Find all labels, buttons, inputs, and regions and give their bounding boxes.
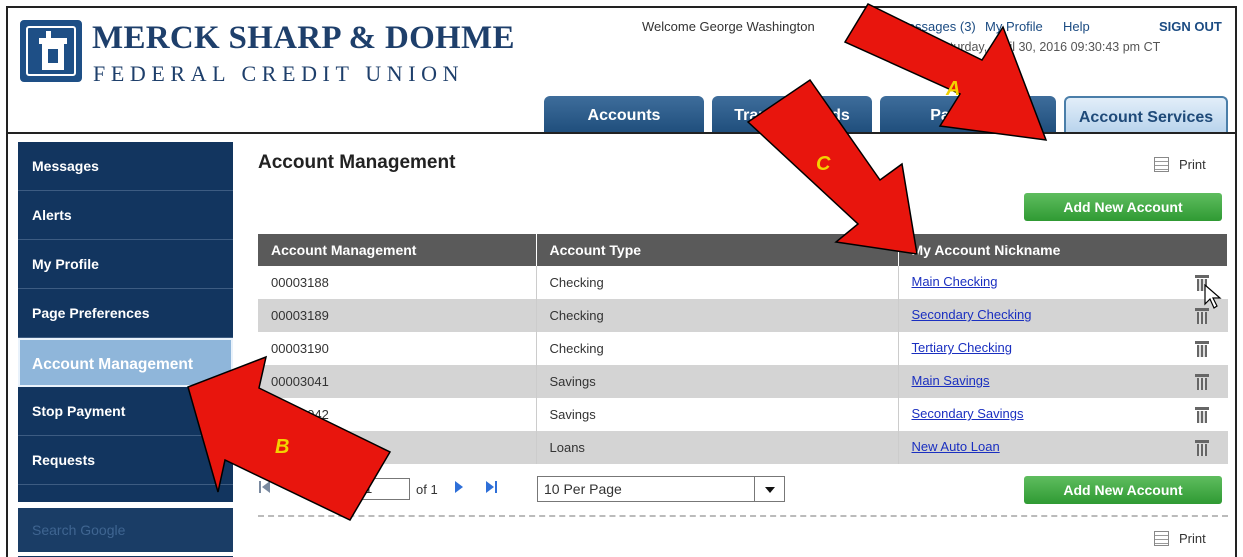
- nickname-link[interactable]: Tertiary Checking: [912, 340, 1012, 355]
- delete-icon[interactable]: [1194, 439, 1209, 456]
- tab-transfer-funds[interactable]: Transfer Funds: [712, 96, 872, 133]
- divider: [258, 515, 1228, 517]
- delete-icon[interactable]: [1194, 373, 1209, 390]
- print-icon: [1154, 157, 1169, 172]
- tab-divider: [8, 132, 1235, 134]
- account-number: 00003189: [258, 299, 537, 332]
- account-type: Checking: [536, 266, 899, 299]
- help-link[interactable]: Help: [1063, 19, 1090, 34]
- account-number: 00003190: [258, 332, 537, 365]
- tab-account-services[interactable]: Account Services: [1064, 96, 1228, 133]
- account-number: 00003188: [258, 266, 537, 299]
- table-row: 00003041 Savings Main Savings: [258, 365, 1228, 398]
- add-new-account-button-bottom[interactable]: Add New Account: [1024, 476, 1222, 504]
- annotation-label-a: A: [946, 78, 961, 100]
- last-login-text: Last Login: Saturday, April 30, 2016 09:…: [870, 40, 1161, 54]
- account-type: Savings: [536, 398, 899, 431]
- table-row: 00003188 Checking Main Checking: [258, 266, 1228, 299]
- sidebar-item-stop-payment[interactable]: Stop Payment: [18, 387, 233, 436]
- sidebar-item-my-profile[interactable]: My Profile: [18, 240, 233, 289]
- accounts-table: Account Management Account Type My Accou…: [258, 234, 1228, 464]
- table-row: 00003042 Savings Secondary Savings: [258, 398, 1228, 431]
- account-type: Checking: [536, 299, 899, 332]
- tab-payments[interactable]: Payments: [880, 96, 1056, 133]
- page-count-text: of 1: [416, 482, 438, 497]
- sign-out-link[interactable]: SIGN OUT: [1159, 19, 1222, 34]
- column-header-account[interactable]: Account Management: [258, 234, 537, 266]
- tab-accounts[interactable]: Accounts: [544, 96, 704, 133]
- page-title: Account Management: [258, 152, 456, 173]
- print-button-top[interactable]: Print: [1154, 157, 1206, 172]
- print-button-bottom[interactable]: Print: [1154, 531, 1206, 546]
- print-icon: [1154, 531, 1169, 546]
- account-type: Loans: [536, 431, 899, 464]
- delete-icon[interactable]: [1194, 340, 1209, 357]
- nickname-link[interactable]: New Auto Loan: [912, 439, 1000, 454]
- per-page-select[interactable]: 10 Per Page: [537, 476, 785, 502]
- page-number-input[interactable]: 1: [360, 478, 410, 500]
- nickname-link[interactable]: Secondary Checking: [912, 307, 1032, 322]
- sidebar-item-account-management[interactable]: Account Management: [18, 338, 233, 387]
- nickname-link[interactable]: Main Checking: [912, 274, 998, 289]
- nickname-link[interactable]: Secondary Savings: [912, 406, 1024, 421]
- account-number: 00003042: [258, 398, 537, 431]
- account-type: Savings: [536, 365, 899, 398]
- account-number: 00003041: [258, 365, 537, 398]
- table-row: Loans New Auto Loan: [258, 431, 1228, 464]
- sidebar-item-alerts[interactable]: Alerts: [18, 191, 233, 240]
- mouse-pointer-icon: [1204, 284, 1222, 309]
- nickname-link[interactable]: Main Savings: [912, 373, 990, 388]
- search-google-input[interactable]: Search Google: [18, 508, 233, 552]
- my-profile-link[interactable]: My Profile: [985, 19, 1043, 34]
- table-row: 00003190 Checking Tertiary Checking: [258, 332, 1228, 365]
- column-header-type[interactable]: Account Type: [536, 234, 899, 266]
- annotation-label-b: B: [275, 436, 290, 458]
- account-type: Checking: [536, 332, 899, 365]
- annotation-label-c: C: [816, 153, 831, 175]
- org-name: MERCK SHARP & DOHME: [92, 20, 515, 56]
- previous-page-icon[interactable]: [284, 480, 298, 494]
- sidebar: Messages Alerts My Profile Page Preferen…: [18, 142, 233, 502]
- messages-link[interactable]: Messages (3): [897, 19, 976, 34]
- account-number: [258, 431, 537, 464]
- add-new-account-button-top[interactable]: Add New Account: [1024, 193, 1222, 221]
- sidebar-item-messages[interactable]: Messages: [18, 142, 233, 191]
- welcome-text: Welcome George Washington: [642, 19, 815, 34]
- column-header-nickname[interactable]: My Account Nickname: [898, 234, 1228, 266]
- sidebar-item-requests[interactable]: Requests: [18, 436, 233, 485]
- table-header-row: Account Management Account Type My Accou…: [258, 234, 1228, 266]
- first-page-icon[interactable]: [258, 480, 272, 494]
- table-row: 00003189 Checking Secondary Checking: [258, 299, 1228, 332]
- next-page-icon[interactable]: [452, 480, 466, 494]
- credit-union-logo[interactable]: [20, 20, 82, 82]
- app-frame: MERCK SHARP & DOHME FEDERAL CREDIT UNION…: [6, 6, 1237, 557]
- last-page-icon[interactable]: [484, 480, 498, 494]
- delete-icon[interactable]: [1194, 406, 1209, 423]
- chevron-down-icon[interactable]: [754, 477, 784, 501]
- sidebar-item-page-preferences[interactable]: Page Preferences: [18, 289, 233, 338]
- org-subtitle: FEDERAL CREDIT UNION: [93, 61, 465, 86]
